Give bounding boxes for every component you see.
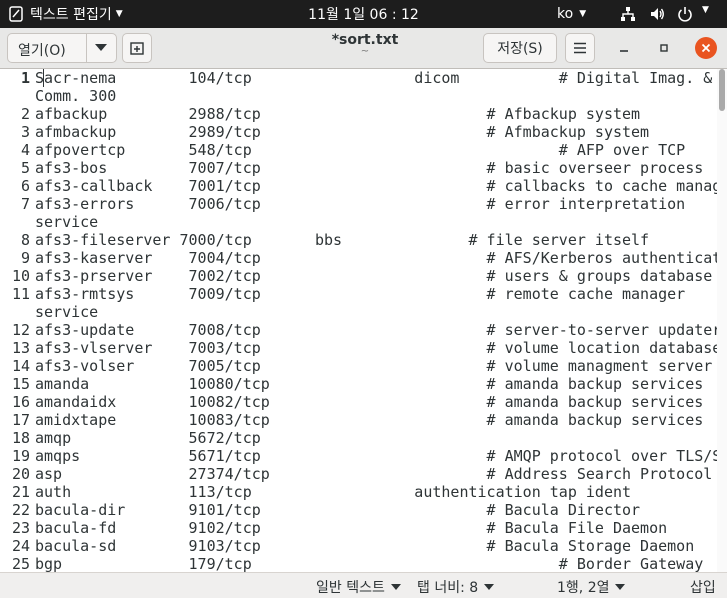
new-document-icon bbox=[130, 42, 144, 55]
line-text[interactable]: afs3-rmtsys 7009/tcp # remote cache mana… bbox=[35, 285, 685, 303]
line-number: 17 bbox=[11, 411, 30, 429]
chevron-down-icon[interactable] bbox=[95, 44, 107, 51]
line-number: 10 bbox=[11, 267, 30, 285]
insert-mode-label: 삽입 bbox=[690, 580, 716, 596]
line-number: 25 bbox=[11, 555, 30, 572]
line-number: 16 bbox=[11, 393, 30, 411]
chevron-down-icon bbox=[615, 584, 626, 590]
scrollbar-thumb[interactable] bbox=[719, 69, 725, 111]
tab-width-label: 탭 너비: 8 bbox=[417, 580, 479, 596]
line-text[interactable]: bacula-dir 9101/tcp # Bacula Director bbox=[35, 501, 640, 519]
open-button-label: 열기(O) bbox=[18, 43, 66, 59]
line-number: 13 bbox=[11, 339, 30, 357]
close-icon bbox=[701, 43, 711, 53]
input-method-label: ko bbox=[557, 6, 574, 22]
line-number: 12 bbox=[11, 321, 30, 339]
cursor-position-selector[interactable]: 1행, 2열 bbox=[557, 577, 626, 597]
minimize-button[interactable] bbox=[614, 38, 634, 58]
app-menu[interactable]: 텍스트 편집기 ▼ bbox=[30, 0, 123, 28]
line-number: 15 bbox=[11, 375, 30, 393]
line-text[interactable]: Comm. 300 bbox=[35, 87, 116, 105]
maximize-button[interactable] bbox=[654, 38, 674, 58]
maximize-icon bbox=[660, 44, 668, 52]
line-number: 9 bbox=[20, 249, 30, 267]
line-number: 7 bbox=[20, 195, 30, 213]
hamburger-menu-button[interactable] bbox=[565, 33, 595, 63]
syntax-selector[interactable]: 일반 텍스트 bbox=[316, 577, 401, 597]
line-text[interactable]: afs3-prserver 7002/tcp # users & groups … bbox=[35, 267, 712, 285]
line-number: 22 bbox=[11, 501, 30, 519]
line-text[interactable]: service bbox=[35, 303, 98, 321]
line-text[interactable]: service bbox=[35, 213, 98, 231]
text-cursor bbox=[43, 69, 44, 87]
header-bar: 열기(O) *sort.txt ~ 저장(S) bbox=[0, 28, 727, 69]
line-number: 23 bbox=[11, 519, 30, 537]
vertical-scrollbar[interactable] bbox=[717, 69, 727, 572]
open-button[interactable]: 열기(O) bbox=[7, 33, 117, 63]
chevron-down-icon bbox=[484, 584, 495, 590]
line-text[interactable]: amanda 10080/tcp # amanda backup service… bbox=[35, 375, 703, 393]
line-text[interactable]: bgp 179/tcp # Border Gateway bbox=[35, 555, 703, 572]
line-number: 18 bbox=[11, 429, 30, 447]
line-number: 8 bbox=[20, 231, 30, 249]
line-number: 6 bbox=[20, 177, 30, 195]
line-number: 11 bbox=[11, 285, 30, 303]
line-text[interactable]: auth 113/tcp authentication tap ident bbox=[35, 483, 631, 501]
line-text[interactable]: amandaidx 10082/tcp # amanda backup serv… bbox=[35, 393, 703, 411]
app-name: 텍스트 편집기 bbox=[30, 7, 112, 23]
line-text[interactable]: amqp 5672/tcp bbox=[35, 429, 261, 447]
line-number: 14 bbox=[11, 357, 30, 375]
line-text[interactable]: Sacr-nema 104/tcp dicom # Digital Imag. … bbox=[35, 69, 712, 87]
cursor-position: 1행, 2열 bbox=[557, 580, 610, 596]
new-tab-button[interactable] bbox=[122, 33, 152, 63]
syntax-label: 일반 텍스트 bbox=[316, 580, 385, 596]
line-text[interactable]: afs3-errors 7006/tcp # error interpretat… bbox=[35, 195, 685, 213]
volume-icon[interactable] bbox=[649, 6, 665, 22]
network-icon[interactable] bbox=[620, 6, 636, 22]
line-text[interactable]: afs3-update 7008/tcp # server-to-server … bbox=[35, 321, 717, 339]
line-number: 1 bbox=[20, 69, 30, 87]
line-text[interactable]: bacula-sd 9103/tcp # Bacula Storage Daem… bbox=[35, 537, 694, 555]
divider bbox=[86, 34, 87, 62]
line-text[interactable]: amqps 5671/tcp # AMQP protocol over TLS/… bbox=[35, 447, 717, 465]
save-button[interactable]: 저장(S) bbox=[483, 33, 557, 63]
line-number: 21 bbox=[11, 483, 30, 501]
clock[interactable]: 11월 1일 06 : 12 bbox=[308, 4, 419, 24]
chevron-down-icon[interactable]: ▼ bbox=[702, 5, 709, 15]
system-top-bar: 텍스트 편집기 ▼ 11월 1일 06 : 12 ko ▼ ▼ bbox=[0, 0, 727, 28]
input-method-indicator[interactable]: ko ▼ bbox=[557, 0, 586, 28]
insert-mode-indicator[interactable]: 삽입 bbox=[690, 577, 716, 597]
chevron-down-icon bbox=[390, 584, 401, 590]
power-icon[interactable] bbox=[677, 6, 693, 22]
line-number: 2 bbox=[20, 105, 30, 123]
line-number: 19 bbox=[11, 447, 30, 465]
text-editor-icon bbox=[9, 6, 23, 22]
status-bar: 일반 텍스트 탭 너비: 8 1행, 2열 삽입 bbox=[0, 572, 727, 598]
line-number: 5 bbox=[20, 159, 30, 177]
line-number: 3 bbox=[20, 123, 30, 141]
line-number: 24 bbox=[11, 537, 30, 555]
text-editor-area[interactable]: 1 Sacr-nema 104/tcp dicom # Digital Imag.… bbox=[0, 69, 717, 572]
menu-icon bbox=[574, 42, 586, 54]
line-text[interactable]: afpovertcp 548/tcp # AFP over TCP bbox=[35, 141, 685, 159]
minimize-icon bbox=[620, 50, 628, 52]
line-text[interactable]: afmbackup 2989/tcp # Afmbackup system bbox=[35, 123, 649, 141]
line-number: 20 bbox=[11, 465, 30, 483]
chevron-down-icon: ▼ bbox=[115, 9, 123, 19]
line-text[interactable]: afbackup 2988/tcp # Afbackup system bbox=[35, 105, 640, 123]
line-text[interactable]: afs3-fileserver 7000/tcp bbs # file serv… bbox=[35, 231, 649, 249]
line-text[interactable]: asp 27374/tcp # Address Search Protocol bbox=[35, 465, 712, 483]
line-number: 4 bbox=[20, 141, 30, 159]
document-path: ~ bbox=[360, 46, 370, 57]
line-text[interactable]: bacula-fd 9102/tcp # Bacula File Daemon bbox=[35, 519, 667, 537]
line-text[interactable]: afs3-vlserver 7003/tcp # volume location… bbox=[35, 339, 717, 357]
line-text[interactable]: afs3-kaserver 7004/tcp # AFS/Kerberos au… bbox=[35, 249, 717, 267]
line-text[interactable]: afs3-volser 7005/tcp # volume managment … bbox=[35, 357, 712, 375]
tab-width-selector[interactable]: 탭 너비: 8 bbox=[417, 577, 495, 597]
close-button[interactable] bbox=[695, 37, 717, 59]
chevron-down-icon: ▼ bbox=[579, 9, 587, 19]
line-text[interactable]: afs3-bos 7007/tcp # basic overseer proce… bbox=[35, 159, 703, 177]
line-text[interactable]: amidxtape 10083/tcp # amanda backup serv… bbox=[35, 411, 703, 429]
line-text[interactable]: afs3-callback 7001/tcp # callbacks to ca… bbox=[35, 177, 717, 195]
